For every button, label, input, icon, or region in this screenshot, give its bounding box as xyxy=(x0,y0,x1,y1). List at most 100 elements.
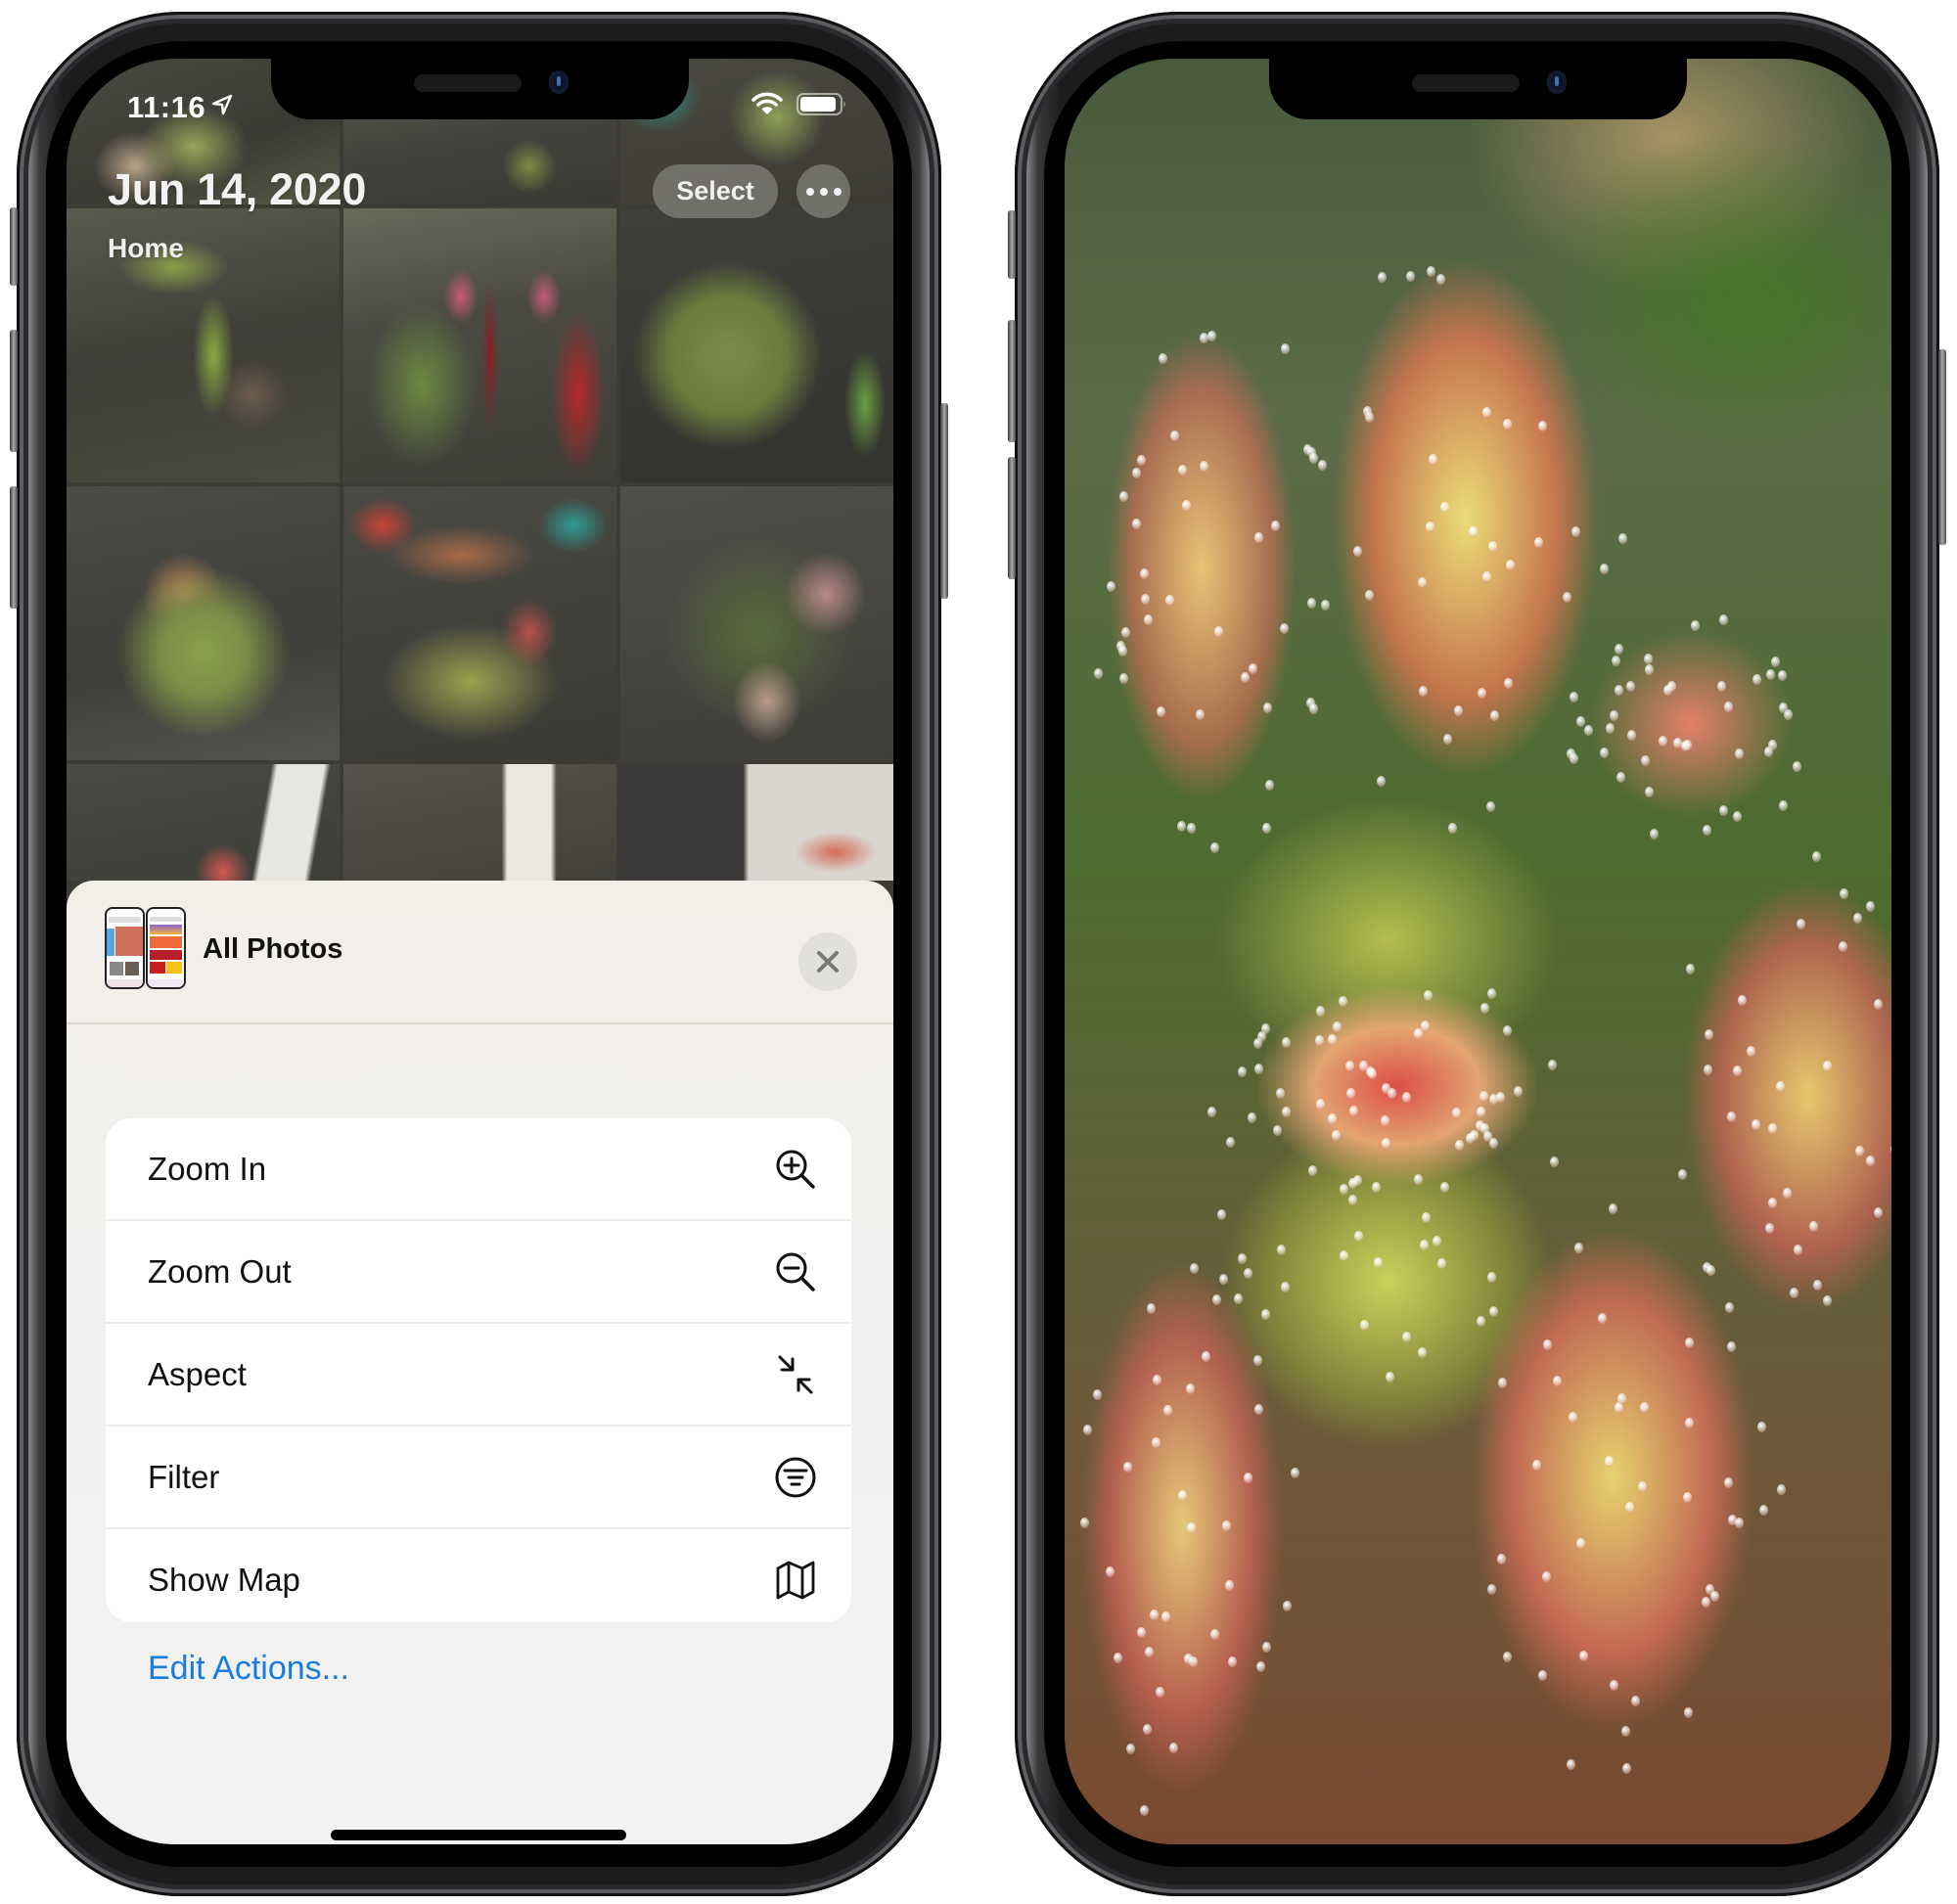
dew-drop xyxy=(1797,918,1806,929)
dew-drop xyxy=(1738,995,1748,1007)
dew-drop xyxy=(1684,1418,1694,1429)
dew-drop xyxy=(1618,532,1628,544)
photo-thumbnail[interactable] xyxy=(620,764,893,881)
dew-drop xyxy=(1413,1174,1423,1186)
dew-drop xyxy=(1425,521,1434,532)
dew-drop xyxy=(1243,1472,1252,1483)
action-aspect[interactable]: Aspect xyxy=(106,1324,851,1427)
dew-drop xyxy=(1227,1656,1237,1668)
dew-drop xyxy=(1328,1033,1338,1045)
dew-drop xyxy=(1853,912,1863,924)
dew-drop xyxy=(1140,593,1150,605)
dew-drop xyxy=(1224,1580,1234,1592)
dew-drop xyxy=(1131,518,1141,529)
action-show-map[interactable]: Show Map xyxy=(106,1529,851,1622)
dew-drop xyxy=(1569,691,1578,703)
dew-drop xyxy=(1291,1467,1300,1478)
action-zoom-out[interactable]: Zoom Out xyxy=(106,1221,851,1324)
dew-drop xyxy=(1348,1177,1358,1189)
photo-thumbnail[interactable] xyxy=(343,486,616,760)
dew-drop xyxy=(1190,1262,1200,1274)
dew-drop xyxy=(1684,1706,1694,1718)
dew-drop xyxy=(1168,1742,1178,1753)
dew-drop xyxy=(1281,1107,1291,1118)
photo-thumbnail[interactable] xyxy=(67,486,340,760)
dew-drop xyxy=(1496,1553,1506,1564)
edit-actions-link[interactable]: Edit Actions... xyxy=(148,1650,349,1688)
photo-viewer-screen xyxy=(1065,59,1891,1844)
dew-drop xyxy=(1137,1627,1147,1639)
dew-drop xyxy=(1273,1125,1283,1137)
dew-drop xyxy=(1262,702,1272,713)
dew-drop xyxy=(1890,1143,1891,1155)
close-icon xyxy=(817,951,839,973)
dew-drop xyxy=(1453,704,1463,716)
dew-drop xyxy=(1307,598,1317,610)
dew-drop xyxy=(1550,1156,1560,1167)
dew-drop xyxy=(1214,626,1223,638)
dew-drop xyxy=(1353,546,1363,558)
ellipsis-icon xyxy=(819,187,828,196)
dew-drop xyxy=(1340,1249,1349,1261)
dew-drop xyxy=(1429,453,1438,465)
dew-drop xyxy=(1436,273,1446,285)
dew-drop xyxy=(1553,1375,1563,1386)
dew-drop xyxy=(1606,722,1616,734)
dew-drop xyxy=(1874,999,1884,1011)
dew-drop xyxy=(1812,1279,1822,1291)
front-camera xyxy=(1547,70,1567,94)
dew-drop xyxy=(1169,430,1179,441)
dew-drop xyxy=(1210,1629,1220,1641)
action-label: Zoom Out xyxy=(148,1252,292,1290)
dew-drop xyxy=(1282,1601,1292,1612)
photo-thumbnail[interactable] xyxy=(620,486,893,760)
dew-drop xyxy=(1186,1521,1196,1533)
zoom-in-icon xyxy=(776,1150,815,1189)
close-button[interactable] xyxy=(798,932,857,991)
home-indicator[interactable] xyxy=(331,1830,626,1840)
volume-up-button xyxy=(10,330,18,452)
dew-drop xyxy=(1139,1804,1149,1816)
full-screen-photo[interactable] xyxy=(1065,59,1891,1844)
dew-drop xyxy=(1621,1726,1631,1738)
dew-drop xyxy=(1182,499,1192,511)
dew-drop xyxy=(1574,1242,1584,1253)
photo-thumbnail[interactable] xyxy=(67,764,340,881)
action-sheet: All Photos Zoom In Zoom Out Aspect Filte… xyxy=(67,881,893,1844)
dew-drop xyxy=(1262,1641,1272,1653)
dew-drop xyxy=(1247,1112,1256,1124)
dew-drop xyxy=(1122,1462,1132,1473)
photo-thumbnail[interactable] xyxy=(620,208,893,482)
action-zoom-in[interactable]: Zoom In xyxy=(106,1118,851,1221)
dew-drop xyxy=(1137,455,1147,467)
photo-thumbnail[interactable] xyxy=(343,764,616,881)
dew-drop xyxy=(1486,1583,1496,1595)
more-button[interactable] xyxy=(796,164,850,218)
dew-drop xyxy=(1241,672,1251,684)
dew-drop xyxy=(1157,706,1166,718)
dew-drop xyxy=(1309,452,1319,464)
side-button xyxy=(1938,349,1946,545)
dew-drop xyxy=(1476,1315,1485,1327)
dew-drop xyxy=(1480,1003,1490,1015)
dew-drop xyxy=(1709,1590,1719,1602)
dew-drop xyxy=(1707,1265,1716,1277)
volume-up-button xyxy=(1008,320,1016,442)
action-filter[interactable]: Filter xyxy=(106,1427,851,1529)
dew-drop xyxy=(1503,677,1513,689)
dew-drop xyxy=(1382,1138,1391,1150)
dew-drop xyxy=(1092,1389,1102,1401)
dew-drop xyxy=(1221,1520,1231,1532)
location-subtitle[interactable]: Home xyxy=(108,233,184,264)
dew-drop xyxy=(1348,1195,1358,1206)
dew-drop xyxy=(1641,754,1651,766)
dew-drop xyxy=(1576,715,1586,727)
dew-drop xyxy=(1279,622,1289,634)
select-button[interactable]: Select xyxy=(653,164,778,218)
photo-thumbnail[interactable] xyxy=(343,208,616,482)
dew-drop xyxy=(1873,1207,1883,1219)
ellipsis-icon xyxy=(833,187,842,196)
dew-drop xyxy=(1637,1481,1647,1493)
dew-drop xyxy=(1567,1759,1576,1771)
dew-drop xyxy=(1308,703,1318,714)
